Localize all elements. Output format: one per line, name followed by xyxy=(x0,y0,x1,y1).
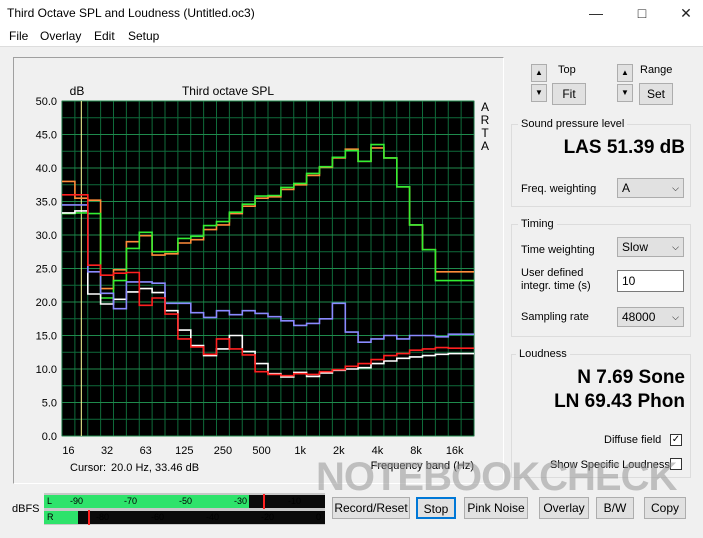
set-button[interactable]: Set xyxy=(639,83,673,105)
left-peak-marker xyxy=(263,494,265,509)
loudness-n-value: N 7.69 Sone xyxy=(577,367,685,388)
x-tick-label: 16 xyxy=(62,445,74,457)
y-axis-label: dB xyxy=(70,84,85,98)
diffuse-field-label: Diffuse field xyxy=(604,434,662,446)
minimize-icon[interactable]: — xyxy=(582,2,610,24)
spl-chart[interactable]: 0.0 5.0 10.0 15.0 20.0 25.0 30.0 35.0 40.0 45.0 50… xyxy=(13,57,502,482)
meter-tick: -50 xyxy=(179,496,193,506)
y-tick-label: 15.0 xyxy=(36,331,57,343)
copy-button[interactable]: Copy xyxy=(644,497,686,519)
checkmark-icon: ✓ xyxy=(671,434,681,445)
sampling-rate-value: 48000 xyxy=(622,310,656,324)
record-reset-button[interactable]: Record/Reset xyxy=(332,497,410,519)
y-tick-label: 20.0 xyxy=(36,297,57,309)
dbfs-label: dBFS xyxy=(12,503,40,515)
y-tick-label: 45.0 xyxy=(36,130,57,142)
time-weighting-value: Slow xyxy=(622,240,649,254)
right-channel-track xyxy=(44,511,325,524)
menu-edit[interactable]: Edit xyxy=(94,29,115,43)
meter-tick: -20 xyxy=(261,512,275,522)
chart-title: Third octave SPL xyxy=(182,84,274,98)
user-time-label-2: integr. time (s) xyxy=(521,280,591,292)
range-down-button[interactable]: ▼ xyxy=(617,84,633,102)
integration-time-field[interactable]: 10 xyxy=(617,270,684,292)
meter-tick: 0 xyxy=(316,512,322,522)
freq-weighting-select[interactable]: A ⌵ xyxy=(617,178,684,198)
range-label: Range xyxy=(640,64,673,76)
y-tick-label: 30.0 xyxy=(36,230,57,242)
cursor-label: Cursor: xyxy=(70,462,107,474)
x-tick-label: 32 xyxy=(101,445,113,457)
user-time-label-1: User defined xyxy=(521,267,584,279)
sampling-rate-select[interactable]: 48000 ⌵ xyxy=(617,307,684,327)
right-peak-marker xyxy=(88,510,90,525)
sampling-rate-label: Sampling rate xyxy=(521,311,589,323)
menu-setup[interactable]: Setup xyxy=(128,29,159,43)
y-tick-label: 0.0 xyxy=(42,431,57,443)
time-weighting-label: Time weighting xyxy=(521,244,595,256)
y-tick-label: 5.0 xyxy=(42,398,57,410)
meter-tick: -70 xyxy=(124,496,138,506)
bw-button[interactable]: B/W xyxy=(596,497,634,519)
x-tick-label: 250 xyxy=(214,445,232,457)
top-down-button[interactable]: ▼ xyxy=(531,84,547,102)
meter-tick: -10 xyxy=(288,496,302,506)
pink-noise-button[interactable]: Pink Noise xyxy=(464,497,528,519)
menu-file[interactable]: File xyxy=(9,29,28,43)
chevron-down-icon: ⌵ xyxy=(672,242,679,252)
y-tick-label: 50.0 xyxy=(36,96,57,108)
chevron-down-icon: ⌵ xyxy=(672,312,679,322)
right-channel-letter: R xyxy=(47,512,54,522)
watermark-logo: NOTEBOOKCHECK xyxy=(316,455,677,499)
stop-button[interactable]: Stop xyxy=(416,497,456,519)
loudness-ln-value: LN 69.43 Phon xyxy=(554,391,685,412)
overlay-button[interactable]: Overlay xyxy=(539,497,589,519)
meter-tick: -80 xyxy=(96,512,110,522)
meter-tick: -40 xyxy=(206,512,220,522)
range-up-button[interactable]: ▲ xyxy=(617,64,633,82)
spl-group-title: Sound pressure level xyxy=(518,118,628,130)
meter-tick: -90 xyxy=(70,496,84,506)
left-channel-letter: L xyxy=(47,496,53,506)
window-title: Third Octave SPL and Loudness (Untitled.… xyxy=(7,6,255,20)
fit-button[interactable]: Fit xyxy=(552,83,586,105)
meter-tick: -60 xyxy=(151,512,165,522)
arta-label-letter: R xyxy=(481,113,490,127)
chevron-down-icon: ⌵ xyxy=(672,183,679,193)
x-tick-label: 63 xyxy=(140,445,152,457)
loudness-group-title: Loudness xyxy=(516,348,570,360)
freq-weighting-value: A xyxy=(622,181,631,195)
arta-label-letter: A xyxy=(481,139,489,153)
freq-weighting-label: Freq. weighting xyxy=(521,183,597,195)
x-tick-label: 125 xyxy=(175,445,193,457)
arta-label-letter: T xyxy=(481,126,489,140)
menu-overlay[interactable]: Overlay xyxy=(40,29,81,43)
y-tick-label: 35.0 xyxy=(36,197,57,209)
y-tick-label: 25.0 xyxy=(36,264,57,276)
meter-tick: -30 xyxy=(234,496,248,506)
las-value: LAS 51.39 dB xyxy=(563,137,685,158)
diffuse-field-checkbox[interactable]: ✓ xyxy=(670,434,682,446)
close-icon[interactable]: ✕ xyxy=(672,2,700,24)
cursor-value: 20.0 Hz, 33.46 dB xyxy=(111,462,200,474)
timing-group-title: Timing xyxy=(518,218,557,230)
level-meter: L R -90 -70 -50 -30 -10 -80 -60 -40 -20 … xyxy=(44,493,325,525)
y-tick-label: 10.0 xyxy=(36,364,57,376)
maximize-icon[interactable]: □ xyxy=(628,2,656,24)
top-up-button[interactable]: ▲ xyxy=(531,64,547,82)
arta-label-letter: A xyxy=(481,100,489,114)
x-tick-label: 1k xyxy=(294,445,306,457)
x-tick-label: 500 xyxy=(252,445,270,457)
top-label: Top xyxy=(558,64,576,76)
time-weighting-select[interactable]: Slow ⌵ xyxy=(617,237,684,257)
y-tick-label: 40.0 xyxy=(36,163,57,175)
